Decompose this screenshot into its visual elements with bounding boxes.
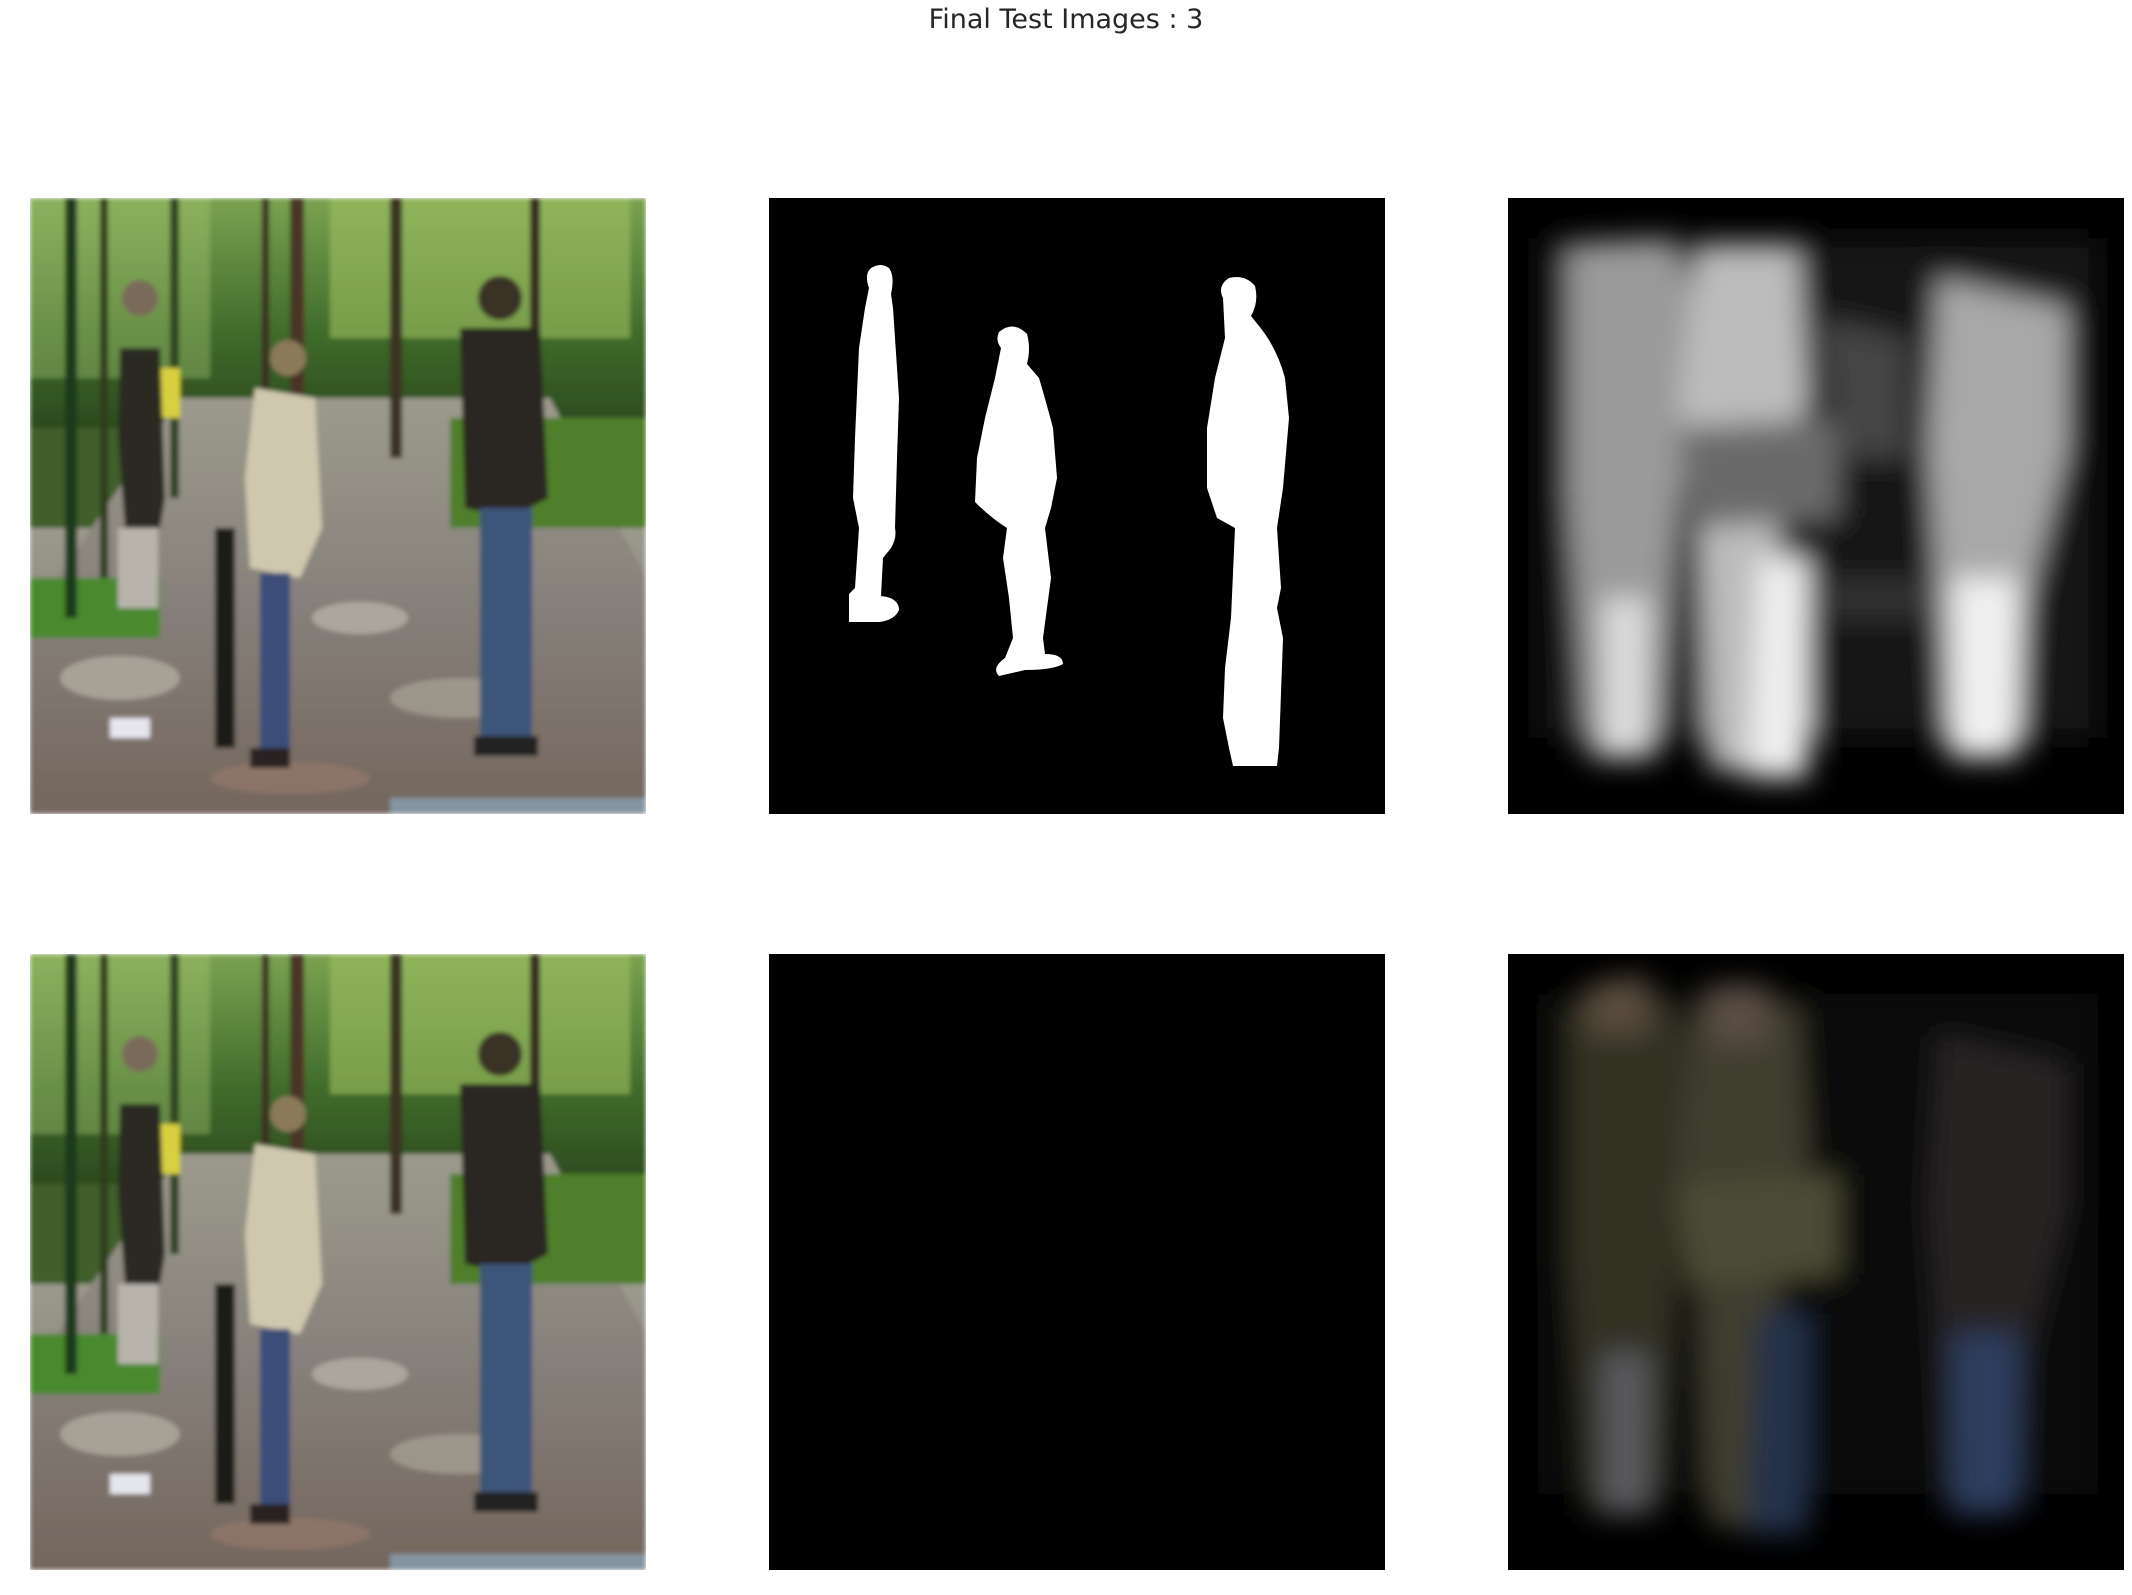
input-photo-top [30, 198, 646, 814]
figure-title: Final Test Images : 3 [928, 4, 1204, 35]
prediction-image [1508, 198, 2124, 814]
predicted-masked-photo [1508, 954, 2124, 1570]
ground-truth-masked-photo [769, 954, 1385, 1570]
park-scene-image [30, 198, 646, 814]
predicted-mask [1508, 198, 2124, 814]
predicted-masked-image [1508, 954, 2124, 1570]
park-scene-image [30, 954, 646, 1570]
masked-photo-image [769, 954, 1385, 1570]
mask-image [769, 198, 1385, 814]
input-photo-bottom [30, 954, 646, 1570]
ground-truth-mask [769, 198, 1385, 814]
